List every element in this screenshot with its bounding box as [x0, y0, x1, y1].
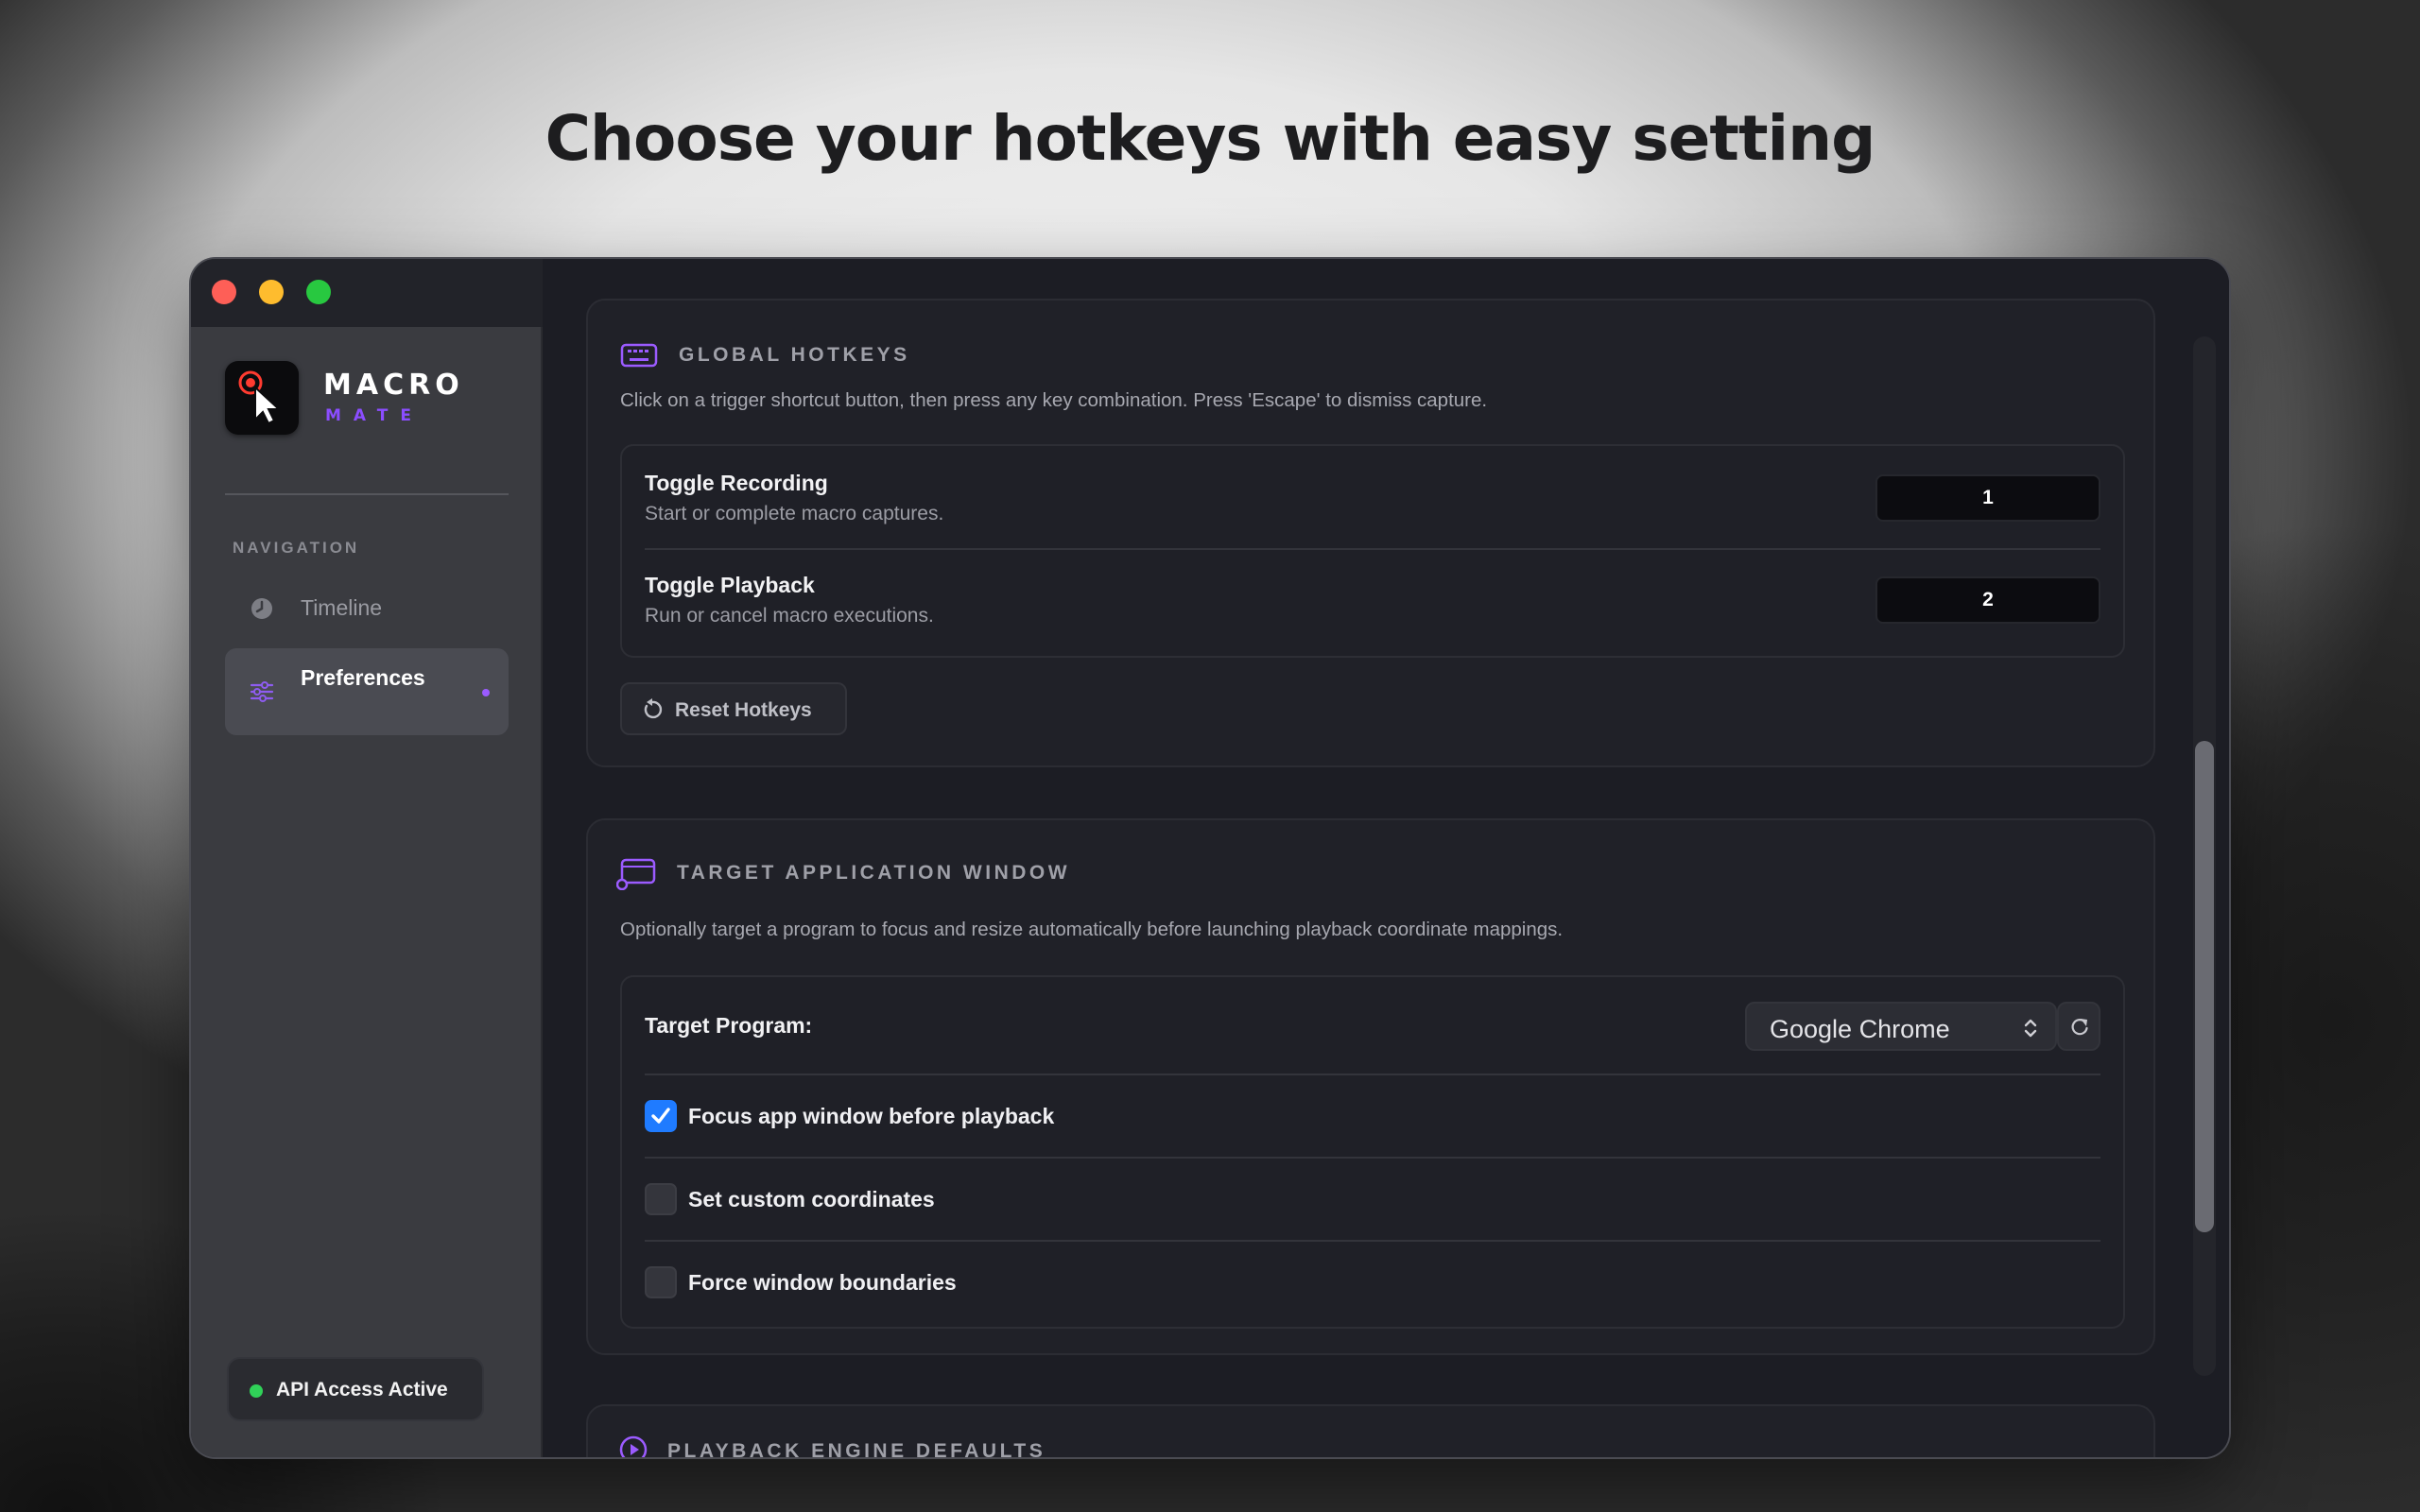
- playback-shortcut-button[interactable]: 2: [1876, 576, 2100, 624]
- sidebar-item-label: Timeline: [301, 595, 383, 620]
- checkmark-icon: [651, 1108, 670, 1124]
- refresh-programs-button[interactable]: [2057, 1002, 2100, 1051]
- app-name: MACRO: [323, 369, 464, 402]
- force-bounds-checkbox[interactable]: [645, 1266, 677, 1298]
- focus-app-checkbox[interactable]: [645, 1100, 677, 1132]
- status-dot: [250, 1384, 263, 1398]
- option-coords-row: Set custom coordinates: [645, 1159, 2100, 1242]
- sidebar-item-timeline[interactable]: Timeline: [225, 578, 509, 637]
- app-name-sub: MATE: [325, 406, 424, 425]
- sidebar-divider: [225, 493, 509, 495]
- target-settings-list: Target Program: Google Chrome Focus app …: [620, 975, 2125, 1329]
- focus-app-label[interactable]: Focus app window before playback: [688, 1104, 1054, 1129]
- scrollbar-thumb[interactable]: [2195, 741, 2214, 1232]
- hotkey-list: Toggle Recording Start or complete macro…: [620, 444, 2125, 658]
- custom-coordinates-checkbox[interactable]: [645, 1183, 677, 1215]
- option-focus-row: Focus app window before playback: [645, 1075, 2100, 1159]
- force-bounds-label[interactable]: Force window boundaries: [688, 1270, 957, 1296]
- target-program-label: Target Program:: [645, 1013, 813, 1038]
- page-headline: Choose your hotkeys with easy setting: [544, 102, 1876, 175]
- keyboard-icon: [620, 343, 658, 368]
- hotkey-subtitle: Start or complete macro captures.: [645, 503, 944, 524]
- hotkey-subtitle: Run or cancel macro executions.: [645, 605, 934, 627]
- chevron-updown-icon: [2024, 1019, 2037, 1038]
- nav-section-label: NAVIGATION: [233, 539, 360, 557]
- titlebar: [191, 259, 543, 327]
- target-program-select[interactable]: Google Chrome: [1745, 1002, 2057, 1051]
- playback-defaults-card: PLAYBACK ENGINE DEFAULTS: [586, 1404, 2155, 1457]
- active-indicator: [482, 689, 490, 696]
- hotkey-row-recording: Toggle Recording Start or complete macro…: [645, 446, 2100, 550]
- custom-coordinates-label[interactable]: Set custom coordinates: [688, 1187, 935, 1212]
- close-window-button[interactable]: [212, 280, 236, 304]
- option-bounds-row: Force window boundaries: [645, 1242, 2100, 1325]
- app-window: MACRO MATE NAVIGATION Timeline Preferenc…: [191, 259, 2229, 1457]
- recording-shortcut-button[interactable]: 1: [1876, 474, 2100, 522]
- sidebar-item-preferences[interactable]: Preferences: [225, 648, 509, 735]
- sliders-icon: [250, 681, 274, 702]
- sidebar-item-label: Preferences: [301, 665, 425, 690]
- selected-program: Google Chrome: [1770, 1015, 1950, 1043]
- hotkey-title: Toggle Recording: [645, 471, 828, 495]
- play-circle-icon: [619, 1435, 648, 1457]
- app-logo-icon: [225, 361, 299, 435]
- main-content: GLOBAL HOTKEYS Click on a trigger shortc…: [543, 259, 2229, 1457]
- clock-icon: [251, 598, 272, 619]
- reset-hotkeys-label: Reset Hotkeys: [675, 699, 812, 721]
- api-status-label: API Access Active: [276, 1379, 448, 1400]
- zoom-window-button[interactable]: [306, 280, 331, 304]
- hotkey-title: Toggle Playback: [645, 573, 815, 597]
- card-description: Optionally target a program to focus and…: [620, 919, 1564, 940]
- sidebar: MACRO MATE NAVIGATION Timeline Preferenc…: [191, 259, 543, 1457]
- target-window-card: TARGET APPLICATION WINDOW Optionally tar…: [586, 818, 2155, 1355]
- window-icon: [616, 858, 656, 890]
- api-status-badge: API Access Active: [227, 1357, 484, 1421]
- reset-icon: [644, 698, 663, 719]
- hotkey-row-playback: Toggle Playback Run or cancel macro exec…: [645, 550, 2100, 654]
- refresh-icon: [2071, 1019, 2088, 1036]
- minimize-window-button[interactable]: [259, 280, 284, 304]
- card-title: PLAYBACK ENGINE DEFAULTS: [667, 1440, 1046, 1457]
- reset-hotkeys-button[interactable]: Reset Hotkeys: [620, 682, 847, 735]
- card-description: Click on a trigger shortcut button, then…: [620, 389, 1488, 411]
- global-hotkeys-card: GLOBAL HOTKEYS Click on a trigger shortc…: [586, 299, 2155, 767]
- card-title: TARGET APPLICATION WINDOW: [677, 862, 1071, 884]
- card-title: GLOBAL HOTKEYS: [679, 344, 910, 366]
